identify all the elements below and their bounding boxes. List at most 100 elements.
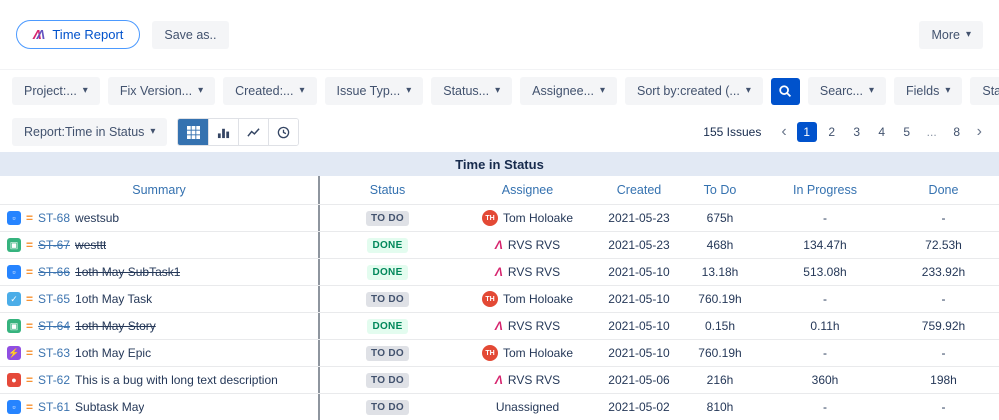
page-button-2[interactable]: 2 bbox=[822, 122, 842, 142]
done-hours: 198h bbox=[930, 373, 957, 387]
search-text-dropdown[interactable]: Searc... ▾ bbox=[807, 77, 886, 105]
filter-label: Statuses bbox=[982, 84, 999, 98]
issue-key-link[interactable]: ST-62 bbox=[38, 373, 70, 387]
issue-key-link[interactable]: ST-61 bbox=[38, 400, 70, 414]
report-type-dropdown[interactable]: Report:Time in Status ▾ bbox=[12, 118, 168, 146]
chevron-down-icon: ▾ bbox=[406, 85, 412, 96]
bar-chart-icon bbox=[218, 128, 230, 138]
assignee-name: RVS RVS bbox=[507, 319, 561, 333]
line-chart-view-button[interactable] bbox=[238, 119, 269, 145]
table-row: ▫ = ST-61 Subtask May TO DO Unassigned 2… bbox=[0, 393, 999, 420]
table-header: Summary Status Assignee Created To Do In… bbox=[0, 176, 999, 204]
status-cell: TO DO bbox=[320, 340, 455, 366]
filter-created-dropdown[interactable]: Created:... ▾ bbox=[223, 77, 317, 105]
column-header-assignee[interactable]: Assignee bbox=[455, 176, 600, 204]
todo-hours: 760.19h bbox=[698, 346, 742, 360]
rvs-logo-icon: Λ Λ bbox=[33, 28, 45, 41]
chevron-down-icon: ▾ bbox=[965, 28, 971, 40]
issue-summary: This is a bug with long text description bbox=[75, 373, 278, 387]
issue-type-icon: ⚡ bbox=[7, 346, 21, 360]
column-header-done[interactable]: Done bbox=[888, 176, 999, 204]
chevron-down-icon: ▾ bbox=[150, 126, 156, 137]
filter-fix-version-dropdown[interactable]: Fix Version... ▾ bbox=[107, 77, 216, 105]
page-ellipsis: ... bbox=[926, 125, 937, 139]
assignee-name: Tom Holoake bbox=[502, 346, 574, 360]
issue-key-link[interactable]: ST-64 bbox=[38, 319, 70, 333]
page-button-4[interactable]: 4 bbox=[872, 122, 892, 142]
filter-label: Searc... bbox=[819, 84, 863, 98]
assignee-cell: Unassigned bbox=[455, 394, 600, 420]
page-button-3[interactable]: 3 bbox=[847, 122, 867, 142]
priority-medium-icon: = bbox=[26, 211, 34, 225]
done-hours: - bbox=[941, 346, 946, 360]
status-cell: DONE bbox=[320, 259, 455, 285]
filter-assignee-dropdown[interactable]: Assignee... ▾ bbox=[520, 77, 618, 105]
page-button-8[interactable]: 8 bbox=[947, 122, 967, 142]
save-as-button[interactable]: Save as.. bbox=[152, 20, 229, 49]
done-hours: - bbox=[941, 211, 946, 225]
sort-by-dropdown[interactable]: Sort by:created (... ▾ bbox=[625, 77, 763, 105]
status-cell: TO DO bbox=[320, 205, 455, 231]
issue-key-link[interactable]: ST-66 bbox=[38, 265, 70, 279]
created-value: 2021-05-23 bbox=[608, 238, 670, 252]
created-value: 2021-05-02 bbox=[608, 400, 670, 414]
issue-key-link[interactable]: ST-67 bbox=[38, 238, 70, 252]
column-header-status[interactable]: Status bbox=[320, 176, 455, 204]
statuses-dropdown[interactable]: Statuses ▾ bbox=[970, 77, 999, 105]
assignee-avatar: Λ bbox=[494, 319, 503, 333]
time-report-button[interactable]: Λ Λ Time Report bbox=[16, 20, 141, 49]
topbar: Λ Λ Time Report Save as.. More ▾ bbox=[0, 0, 999, 70]
issue-key-link[interactable]: ST-65 bbox=[38, 292, 70, 306]
column-header-todo[interactable]: To Do bbox=[678, 176, 762, 204]
table-row: ● = ST-62 This is a bug with long text d… bbox=[0, 366, 999, 393]
status-badge: DONE bbox=[367, 318, 408, 334]
more-button[interactable]: More ▾ bbox=[919, 20, 983, 49]
filter-issue-type-dropdown[interactable]: Issue Typ... ▾ bbox=[324, 77, 424, 105]
done-hours: - bbox=[941, 400, 946, 414]
assignee-name: Unassigned bbox=[495, 400, 560, 414]
assignee-name: RVS RVS bbox=[507, 238, 561, 252]
page-button-1[interactable]: 1 bbox=[796, 122, 817, 142]
filter-label: Issue Typ... bbox=[336, 84, 401, 98]
todo-hours: 468h bbox=[706, 238, 734, 252]
status-badge: DONE bbox=[367, 264, 408, 280]
filter-bar: Project:... ▾ Fix Version... ▾ Created:.… bbox=[0, 70, 999, 112]
summary-cell: ▣ = ST-64 1oth May Story bbox=[0, 313, 320, 339]
report-bar: Report:Time in Status ▾ 155 Issues ‹ 1 2… bbox=[0, 112, 999, 152]
todo-hours: 13.18h bbox=[701, 265, 739, 279]
search-button[interactable] bbox=[770, 77, 800, 105]
assignee-cell: Λ RVS RVS bbox=[455, 367, 600, 393]
issue-key-link[interactable]: ST-68 bbox=[38, 211, 70, 225]
created-value: 2021-05-23 bbox=[608, 211, 670, 225]
issue-key-link[interactable]: ST-63 bbox=[38, 346, 70, 360]
time-view-button[interactable] bbox=[268, 119, 299, 145]
column-header-summary[interactable]: Summary bbox=[0, 176, 320, 204]
line-chart-icon bbox=[247, 127, 261, 137]
summary-cell: ● = ST-62 This is a bug with long text d… bbox=[0, 367, 320, 393]
prev-page-icon[interactable]: ‹ bbox=[776, 124, 791, 140]
in-progress-hours: - bbox=[823, 400, 827, 414]
fields-dropdown[interactable]: Fields ▾ bbox=[893, 77, 963, 105]
status-badge: TO DO bbox=[366, 210, 409, 226]
assignee-avatar: TH bbox=[481, 345, 498, 361]
priority-medium-icon: = bbox=[26, 319, 34, 333]
filter-project-dropdown[interactable]: Project:... ▾ bbox=[12, 77, 100, 105]
summary-cell: ▫ = ST-68 westsub bbox=[0, 205, 320, 231]
chevron-down-icon: ▾ bbox=[495, 85, 501, 96]
status-badge: TO DO bbox=[366, 291, 409, 307]
bar-chart-view-button[interactable] bbox=[208, 119, 239, 145]
in-progress-hours: - bbox=[823, 346, 827, 360]
filter-label: Sort by:created (... bbox=[637, 84, 740, 98]
done-hours: 233.92h bbox=[921, 265, 966, 279]
clock-icon bbox=[278, 126, 290, 138]
filter-status-dropdown[interactable]: Status... ▾ bbox=[431, 77, 513, 105]
table-view-button[interactable] bbox=[178, 119, 209, 145]
column-header-in-progress[interactable]: In Progress bbox=[762, 176, 888, 204]
page-button-5[interactable]: 5 bbox=[897, 122, 917, 142]
column-header-created[interactable]: Created bbox=[600, 176, 678, 204]
issue-type-icon: ● bbox=[7, 373, 21, 387]
issue-summary: 1oth May Story bbox=[75, 319, 156, 333]
table-row: ✓ = ST-65 1oth May Task TO DO TH Tom Hol… bbox=[0, 285, 999, 312]
next-page-icon[interactable]: › bbox=[972, 124, 987, 140]
created-value: 2021-05-06 bbox=[608, 373, 670, 387]
